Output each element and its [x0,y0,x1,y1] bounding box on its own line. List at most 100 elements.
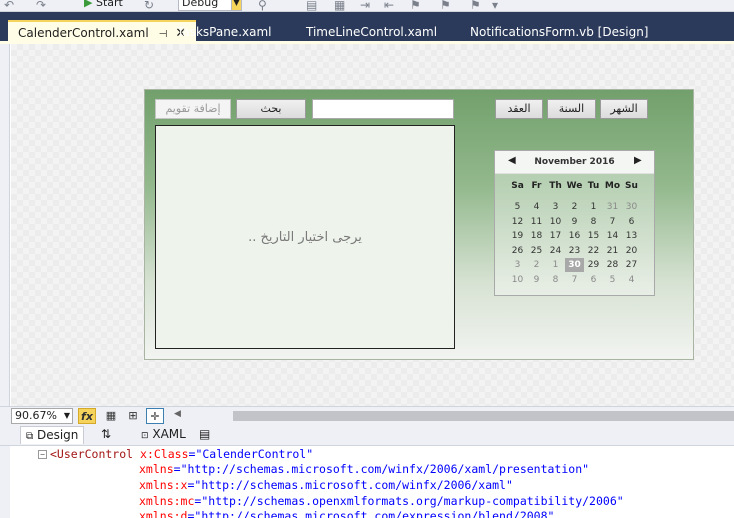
xaml-code-editor[interactable]: − <UserControl x:Class="CalenderControl"… [0,446,734,518]
calendar-day[interactable]: 8 [584,215,603,229]
calendar-day[interactable]: 10 [508,273,527,287]
calendar-day[interactable]: 8 [546,273,565,287]
calendar-day[interactable]: 29 [584,258,603,272]
comment-icon[interactable]: ▤ [306,0,317,11]
chevron-down-icon: ▼ [63,411,70,420]
calendar-day[interactable]: 17 [546,229,565,243]
bookmark-prev-icon[interactable]: ⚑ [440,0,451,11]
configuration-dropdown[interactable]: Debug ▼ [178,0,242,11]
horizontal-scrollbar[interactable] [233,411,734,421]
search-input[interactable] [312,99,454,119]
calendar-day[interactable]: 1 [546,258,565,272]
search-button[interactable]: بحث [236,99,306,119]
calendar-day[interactable]: 14 [603,229,622,243]
calendar-day[interactable]: 4 [622,273,641,287]
toolbar-overflow-icon[interactable]: ▾ [492,0,498,11]
outdent-icon[interactable]: ⇤ [384,0,394,11]
calendar-day[interactable]: 31 [603,200,622,214]
year-button[interactable]: السنة [547,99,596,119]
calendar-day[interactable]: 20 [622,244,641,258]
calendar-day[interactable]: 13 [622,229,641,243]
tab-timelinecontrol-xaml[interactable]: TimeLineControl.xaml [296,21,447,42]
tab-design[interactable]: ⧉ Design [20,426,85,444]
play-icon: ▶ [84,0,93,9]
calendar-day[interactable]: 21 [603,244,622,258]
calendar-day[interactable]: 10 [546,215,565,229]
calendar-day[interactable]: 7 [603,215,622,229]
calendar-day[interactable]: 28 [603,258,622,272]
calendar-day[interactable]: 7 [565,273,584,287]
uncomment-icon[interactable]: ▦ [334,0,345,11]
calendar-day[interactable]: 11 [527,215,546,229]
calendar-day[interactable]: 6 [622,215,641,229]
triangle-right-icon[interactable]: ▶ [634,155,642,166]
zoom-dropdown[interactable]: 90.67% ▼ [11,408,73,424]
effects-toggle-button[interactable]: fx [78,408,96,424]
tab-notificationsform-design[interactable]: NotificationsForm.vb [Design] [460,21,658,42]
view-switcher: ⧉ Design ⇅ ⊡ XAML ▤ [0,424,734,446]
calendar-day[interactable]: 18 [527,229,546,243]
redo-icon[interactable]: ↷ [36,0,46,11]
chevron-down-icon: ▼ [231,0,241,10]
calendar-day[interactable]: 12 [508,215,527,229]
calendar-widget[interactable]: ◀ November 2016 ▶ Sa Fr Th We Tu Mo Su 5 4 3 2 1 31 3… [494,150,655,296]
add-calendar-button[interactable]: إضافة تقويم [155,99,231,119]
calendar-day[interactable]: 30 [622,200,641,214]
calendar-day[interactable]: 1 [584,200,603,214]
calendar-day[interactable]: 22 [584,244,603,258]
calendar-day[interactable]: 25 [527,244,546,258]
tab-xaml[interactable]: ⊡ XAML [136,426,191,444]
calendar-day[interactable]: 3 [508,258,527,272]
calendar-day[interactable]: 30 [565,258,584,273]
code-line: xmlns:d="http://schemas.microsoft.com/ex… [139,509,555,518]
undo-icon[interactable]: ↶ [4,0,14,11]
start-button[interactable]: ▶ Start [84,0,123,9]
split-view-button[interactable]: ▤ [194,426,215,444]
tab-taskspane-xaml[interactable]: TasksPane.xaml [167,21,281,42]
day-of-week-header: We [566,181,583,191]
calendar-day[interactable]: 2 [527,258,546,272]
calendar-day[interactable]: 5 [508,200,527,214]
grid-icon: ▦ [105,409,117,422]
calendar-day[interactable]: 2 [565,200,584,214]
calendar-day[interactable]: 26 [508,244,527,258]
calendar-day[interactable]: 23 [565,244,584,258]
calendar-day[interactable]: 16 [565,229,584,243]
date-details-panel: يرجى اختيار التاريخ .. [155,125,455,349]
snap-gridlines-button[interactable]: ⊞ [124,408,142,424]
calendar-day[interactable]: 27 [622,258,641,272]
find-icon[interactable]: ⚲ [258,0,267,11]
indent-icon[interactable]: ⇥ [360,0,370,11]
day-of-week-header: Mo [604,181,621,191]
day-of-week-header: Th [549,181,562,191]
calendar-day[interactable]: 5 [603,273,622,287]
calendar-day[interactable]: 9 [527,273,546,287]
decade-button[interactable]: العقد [495,99,543,119]
collapse-toggle-icon[interactable]: − [38,450,47,459]
left-margin [0,44,10,408]
calendar-day[interactable]: 19 [508,229,527,243]
design-icon: ⧉ [26,431,34,442]
calendar-day[interactable]: 6 [584,273,603,287]
swap-panes-button[interactable]: ⇅ [96,426,116,444]
xaml-icon: ⊡ [141,431,149,441]
calendar-day[interactable]: 24 [546,244,565,258]
snap-snaplines-button[interactable]: ✛ [146,408,164,424]
calendar-day[interactable]: 4 [527,200,546,214]
grid-toggle-button[interactable]: ▦ [102,408,120,424]
scroll-left-icon[interactable]: ◀ [174,409,181,419]
bookmark-icon[interactable]: ⚑ [410,0,421,11]
main-toolbar: ↶ ↷ ▶ Start ↻ Debug ▼ ⚲ ▤ ▦ ⇥ ⇤ ⚑ ⚑ ⚑ ▾ [0,0,734,12]
bookmark-next-icon[interactable]: ⚑ [470,0,481,11]
calendar-day[interactable]: 3 [546,200,565,214]
calendar-day[interactable]: 15 [584,229,603,243]
calendar-month-title[interactable]: November 2016 [495,157,654,167]
code-line: xmlns:x="http://schemas.microsoft.com/wi… [139,478,513,492]
month-button[interactable]: الشهر [600,99,648,119]
day-of-week-header: Sa [511,181,524,191]
code-line: xmlns="http://schemas.microsoft.com/winf… [139,462,590,476]
fx-icon: fx [81,410,93,423]
day-of-week-header: Tu [587,181,600,191]
refresh-icon[interactable]: ↻ [144,0,154,11]
calendar-day[interactable]: 9 [565,215,584,229]
